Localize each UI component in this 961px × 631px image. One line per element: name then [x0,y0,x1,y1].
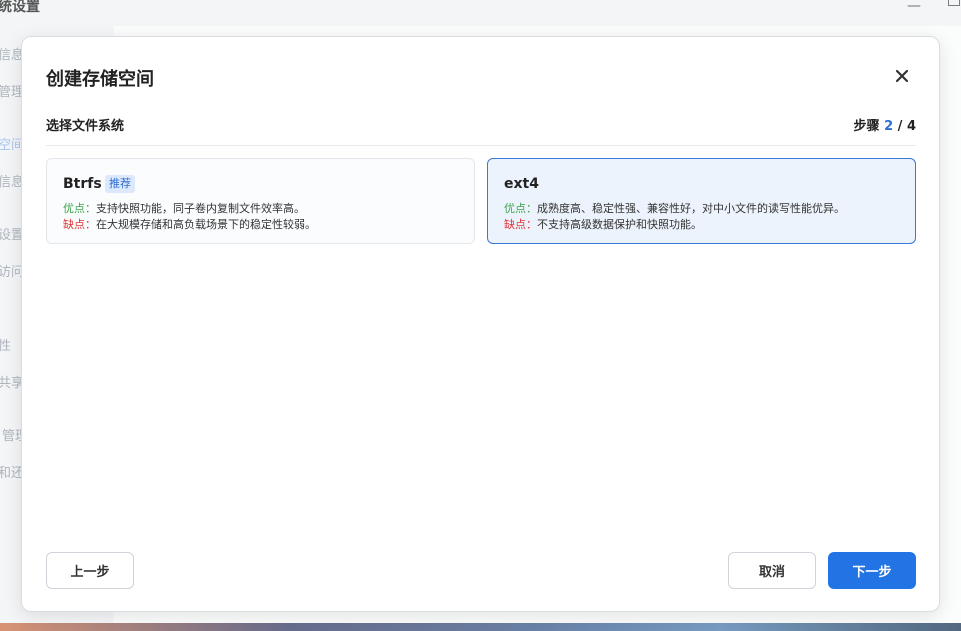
con-text: 不支持高级数据保护和快照功能。 [537,218,702,231]
dialog-title: 创建存储空间 [46,69,154,90]
step-separator: / [897,119,903,134]
cancel-button[interactable]: 取消 [728,552,816,589]
pro-label: 优点： [63,202,96,215]
create-storage-dialog: 创建存储空间 选择文件系统 步骤 2 / 4 Btrfs 推荐 优点：支持快照功… [21,36,940,612]
step-indicator: 步骤 2 / 4 [854,115,916,134]
option-name: Btrfs [63,176,102,192]
recommended-badge: 推荐 [105,175,135,193]
option-cons: 缺点：在大规模存储和高负载场景下的稳定性较弱。 [63,216,316,232]
step-prefix: 步骤 [853,119,880,134]
step-total: 4 [906,119,916,134]
option-cons: 缺点：不支持高级数据保护和快照功能。 [504,216,702,232]
section-label: 选择文件系统 [46,119,125,134]
filesystem-option-btrfs[interactable]: Btrfs 推荐 优点：支持快照功能，同子卷内复制文件效率高。 缺点：在大规模存… [46,158,475,244]
pro-text: 支持快照功能，同子卷内复制文件效率高。 [96,202,305,215]
option-pros: 优点：成熟度高、稳定性强、兼容性好，对中小文件的读写性能优异。 [504,200,845,216]
divider [46,145,916,146]
previous-step-button[interactable]: 上一步 [46,552,134,589]
con-label: 缺点： [504,218,537,231]
close-icon[interactable] [890,64,914,88]
pro-text: 成熟度高、稳定性强、兼容性好，对中小文件的读写性能优异。 [537,202,845,215]
option-name: ext4 [504,176,539,192]
pro-label: 优点： [504,202,537,215]
option-pros: 优点：支持快照功能，同子卷内复制文件效率高。 [63,200,305,216]
section-header: 选择文件系统 步骤 2 / 4 [46,115,916,137]
con-text: 在大规模存储和高负载场景下的稳定性较弱。 [96,218,316,231]
filesystem-option-ext4[interactable]: ext4 优点：成熟度高、稳定性强、兼容性好，对中小文件的读写性能优异。 缺点：… [487,158,916,244]
con-label: 缺点： [63,218,96,231]
next-step-button[interactable]: 下一步 [828,552,916,589]
step-current: 2 [884,119,894,134]
